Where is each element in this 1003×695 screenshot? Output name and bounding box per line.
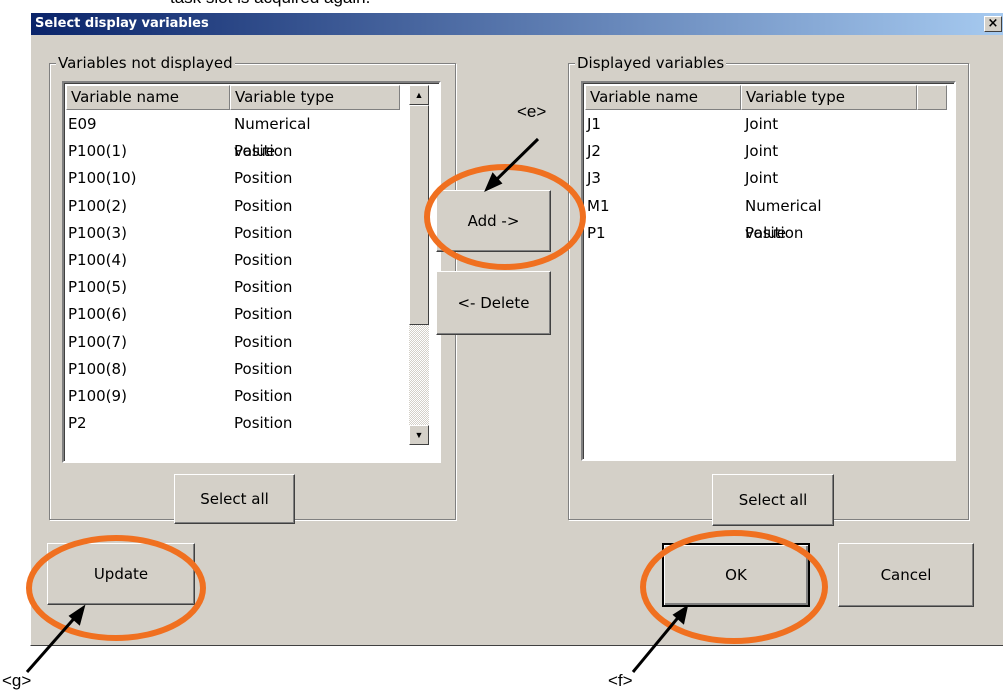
variable-name-cell: P100(9): [68, 387, 127, 405]
callout-label-e: <e>: [517, 102, 547, 121]
variable-name-cell: P100(7): [68, 332, 127, 351]
column-header-spacer: [917, 85, 947, 110]
variable-type-cell: Position: [234, 169, 293, 188]
column-header-variable-name[interactable]: Variable name: [585, 85, 741, 110]
variable-type-cell: Position: [745, 223, 804, 242]
select-all-not-displayed-button[interactable]: Select all: [174, 474, 295, 524]
variable-type-cell: Position: [234, 387, 293, 405]
column-header-variable-type[interactable]: Variable type: [230, 85, 400, 110]
variable-type-cell: Position: [234, 251, 293, 269]
cancel-button[interactable]: Cancel: [838, 543, 974, 607]
close-icon[interactable]: ×: [984, 16, 1002, 32]
variable-name-cell: P100(3): [68, 223, 127, 242]
variable-name-cell: E09: [68, 115, 97, 133]
column-header-variable-type[interactable]: Variable type: [741, 85, 917, 110]
variable-type-cell: Position: [234, 305, 293, 324]
variable-name-cell: P2: [68, 414, 87, 433]
column-header-variable-name[interactable]: Variable name: [66, 85, 230, 110]
displayed-variables-list[interactable]: Variable name Variable type J1 Joint J2 Joi…: [581, 81, 956, 461]
variable-type-cell: Position: [234, 142, 293, 161]
displayed-variables-legend: Displayed variables: [575, 54, 727, 72]
variable-type-cell: Joint: [745, 115, 779, 133]
variable-name-cell: P100(8): [68, 359, 127, 378]
ok-button[interactable]: OK: [662, 543, 810, 607]
dialog-title: Select display variables: [35, 16, 209, 31]
displayed-variables-group: Displayed variables Variable name Variab…: [568, 54, 969, 526]
variable-type-cell: Position: [234, 359, 293, 378]
scrollbar-thumb[interactable]: [409, 105, 429, 325]
variable-name-cell: P100(5): [68, 278, 127, 297]
variable-type-cell: Position: [234, 414, 293, 433]
add-button[interactable]: Add ->: [436, 190, 551, 252]
variable-name-cell: P1: [587, 223, 606, 242]
scroll-down-arrow-icon[interactable]: ▼: [409, 425, 429, 445]
variables-not-displayed-group: Variables not displayed Variable name Va…: [49, 54, 456, 524]
variable-name-cell: P100(4): [68, 251, 127, 269]
variable-name-cell: J1: [587, 115, 601, 133]
variable-name-cell: P100(10): [68, 169, 137, 188]
update-button[interactable]: Update: [47, 543, 195, 605]
title-bar[interactable]: Select display variables ×: [31, 13, 1003, 35]
callout-label-g: <g>: [2, 671, 32, 690]
variable-type-cell: Joint: [745, 169, 779, 188]
variable-name-cell: P100(6): [68, 305, 127, 324]
variable-name-cell: P100(2): [68, 196, 127, 215]
variable-type-cell: Joint: [745, 142, 779, 161]
variables-not-displayed-list[interactable]: Variable name Variable type E09 Numerical…: [62, 81, 441, 463]
variable-name-cell: P100(1): [68, 142, 127, 161]
variable-name-cell: M1: [587, 196, 610, 215]
variable-name-cell: J3: [587, 169, 601, 188]
variables-not-displayed-legend: Variables not displayed: [56, 54, 235, 72]
variable-name-cell: J2: [587, 142, 601, 161]
scroll-up-arrow-icon[interactable]: ▲: [409, 85, 429, 105]
select-all-displayed-button[interactable]: Select all: [712, 474, 834, 526]
variable-type-cell: Position: [234, 223, 293, 242]
variable-type-cell: Position: [234, 196, 293, 215]
variable-type-cell: Position: [234, 332, 293, 351]
variable-type-cell: Position: [234, 278, 293, 297]
delete-button[interactable]: <- Delete: [436, 271, 551, 335]
vertical-scrollbar[interactable]: ▲ ▼: [409, 85, 429, 445]
callout-label-f: <f>: [608, 671, 633, 690]
cutoff-caption-text: task slot is acquired again.: [170, 0, 370, 8]
